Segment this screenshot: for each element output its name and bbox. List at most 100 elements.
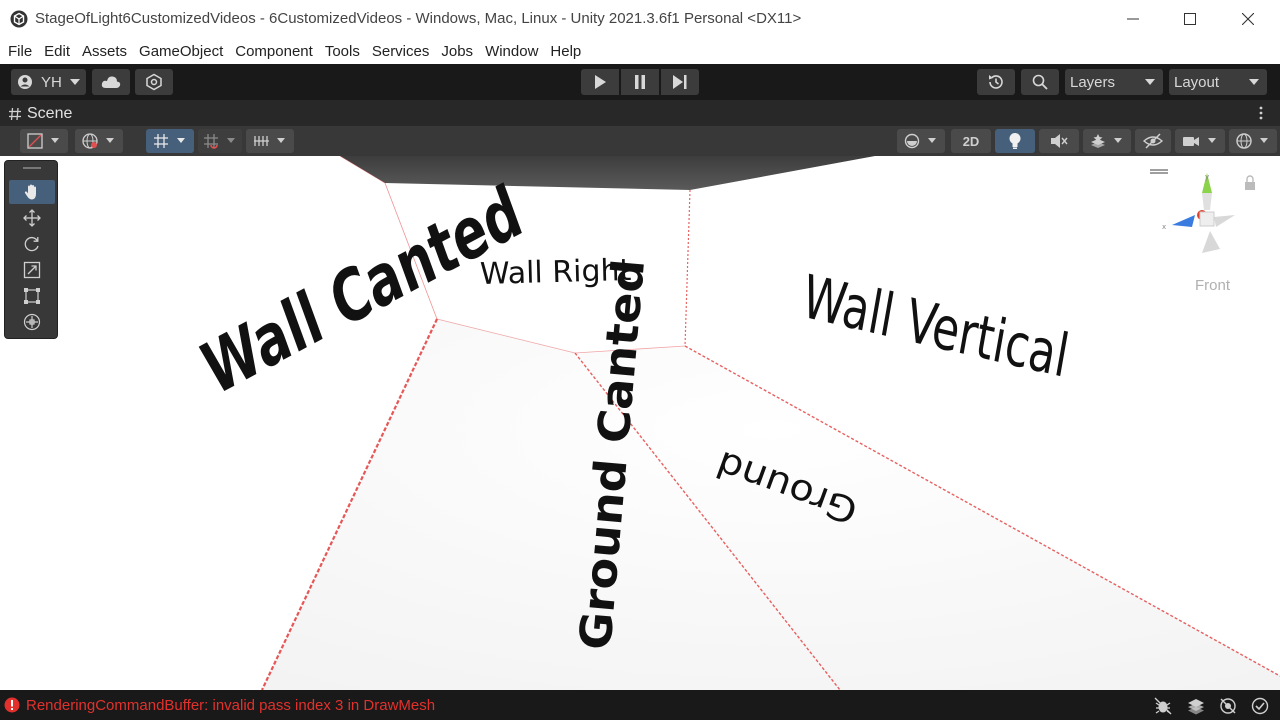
pause-icon [635, 75, 645, 89]
menu-window[interactable]: Window [479, 43, 544, 60]
step-button[interactable] [661, 69, 699, 95]
render-mode-dropdown[interactable] [75, 129, 123, 153]
pause-button[interactable] [621, 69, 659, 95]
bug-icon [1154, 697, 1172, 715]
maximize-button[interactable] [1161, 0, 1219, 38]
menu-component[interactable]: Component [229, 43, 319, 60]
undo-history-button[interactable] [977, 69, 1015, 95]
scale-tool[interactable] [9, 258, 55, 282]
error-icon [4, 697, 20, 713]
status-bar: RenderingCommandBuffer: invalid pass ind… [0, 690, 1280, 720]
rotate-tool[interactable] [9, 232, 55, 256]
scale-icon [23, 261, 41, 279]
close-button[interactable] [1219, 0, 1277, 38]
effects-dropdown[interactable] [1083, 129, 1131, 153]
menu-assets[interactable]: Assets [76, 43, 133, 60]
menu-bar: File Edit Assets GameObject Component To… [0, 38, 1280, 64]
orientation-gizmo[interactable]: x y [1150, 165, 1260, 295]
transform-tool[interactable] [9, 310, 55, 334]
gizmo-view-label: Front [1195, 277, 1231, 294]
draw-mode-dropdown[interactable] [20, 129, 68, 153]
chevron-down-icon [69, 79, 80, 85]
account-icon [18, 75, 32, 89]
hand-icon [24, 184, 36, 200]
collab-button[interactable] [135, 69, 173, 95]
gizmo-lock-icon[interactable] [1245, 175, 1255, 190]
auto-generate-lighting-button[interactable] [1218, 696, 1238, 716]
account-dropdown[interactable]: YH [11, 69, 86, 95]
chevron-down-icon [1145, 79, 1155, 85]
history-icon [989, 75, 1003, 89]
gizmo-axes: x y [1162, 173, 1235, 253]
collab-icon [146, 73, 162, 91]
play-icon [595, 75, 606, 89]
hash-icon [9, 107, 21, 121]
gizmos-dropdown[interactable] [1229, 129, 1277, 153]
rect-transform-icon [24, 288, 40, 304]
palette-drag-handle[interactable] [23, 167, 41, 169]
gizmo-globe-icon [1236, 133, 1268, 149]
svg-text:y: y [1205, 173, 1209, 181]
window-title: StageOfLight6CustomizedVideos - 6Customi… [35, 10, 802, 27]
minimize-icon [1127, 18, 1139, 20]
grid-snapping-toggle[interactable] [146, 129, 194, 153]
move-icon [23, 209, 41, 227]
menu-gameobject[interactable]: GameObject [133, 43, 229, 60]
menu-edit[interactable]: Edit [38, 43, 76, 60]
globe-icon [82, 133, 114, 149]
step-icon [673, 75, 687, 89]
rotate-icon [24, 236, 39, 252]
debug-mode-button[interactable] [1153, 696, 1173, 716]
snap-icon [204, 134, 235, 149]
play-button[interactable] [581, 69, 619, 95]
minimize-button[interactable] [1104, 0, 1162, 38]
layout-label: Layout [1174, 73, 1220, 91]
scene-toolbar: 2D [0, 126, 1280, 156]
scene-view[interactable]: Wall Canted Wall Right Wall Vertical Gro… [0, 156, 1280, 690]
progress-status-button[interactable] [1250, 696, 1270, 716]
transform-icon [23, 313, 41, 331]
effects-icon [1091, 134, 1122, 148]
chevron-down-icon [1249, 79, 1259, 85]
cloud-button[interactable] [92, 69, 130, 95]
rect-tool[interactable] [9, 284, 55, 308]
main-toolbar: YH Layers Layout [0, 64, 1280, 100]
scene-geometry: Wall Canted Wall Right Wall Vertical Gro… [0, 156, 1280, 690]
lighting-toggle[interactable] [995, 129, 1035, 153]
mute-icon [1051, 134, 1068, 148]
shaded-mode-icon [27, 133, 59, 149]
cache-server-button[interactable] [1186, 696, 1206, 716]
lighting-off-icon [1220, 698, 1236, 714]
increment-snapping-toggle[interactable] [198, 129, 242, 153]
maximize-icon [1184, 13, 1196, 25]
account-label: YH [41, 73, 62, 91]
layers-label: Layers [1070, 73, 1116, 91]
scene-tab-bar: Scene [0, 100, 1280, 126]
more-options-icon[interactable] [1258, 106, 1264, 120]
tab-scene[interactable]: Scene [8, 102, 72, 126]
search-icon [1032, 74, 1048, 90]
orientation-dropdown[interactable] [897, 129, 945, 153]
menu-file[interactable]: File [2, 43, 38, 60]
svg-text:x: x [1162, 223, 1166, 231]
status-message[interactable]: RenderingCommandBuffer: invalid pass ind… [26, 697, 435, 714]
cloud-icon [101, 76, 121, 88]
search-button[interactable] [1021, 69, 1059, 95]
menu-services[interactable]: Services [366, 43, 436, 60]
hand-tool[interactable] [9, 180, 55, 204]
menu-jobs[interactable]: Jobs [435, 43, 479, 60]
menu-tools[interactable]: Tools [319, 43, 366, 60]
title-bar: StageOfLight6CustomizedVideos - 6Customi… [0, 0, 1280, 38]
camera-dropdown[interactable] [1175, 129, 1225, 153]
layers-stack-icon [1188, 699, 1204, 715]
grid-visibility-dropdown[interactable] [246, 129, 294, 153]
audio-toggle[interactable] [1039, 129, 1079, 153]
scene-visibility-toggle[interactable] [1135, 129, 1171, 153]
unity-logo-icon [10, 10, 28, 28]
menu-help[interactable]: Help [544, 43, 587, 60]
layout-dropdown[interactable]: Layout [1169, 69, 1267, 95]
mode-2d-toggle[interactable]: 2D [951, 129, 991, 153]
move-tool[interactable] [9, 206, 55, 230]
layers-dropdown[interactable]: Layers [1065, 69, 1163, 95]
camera-icon [1183, 137, 1216, 146]
